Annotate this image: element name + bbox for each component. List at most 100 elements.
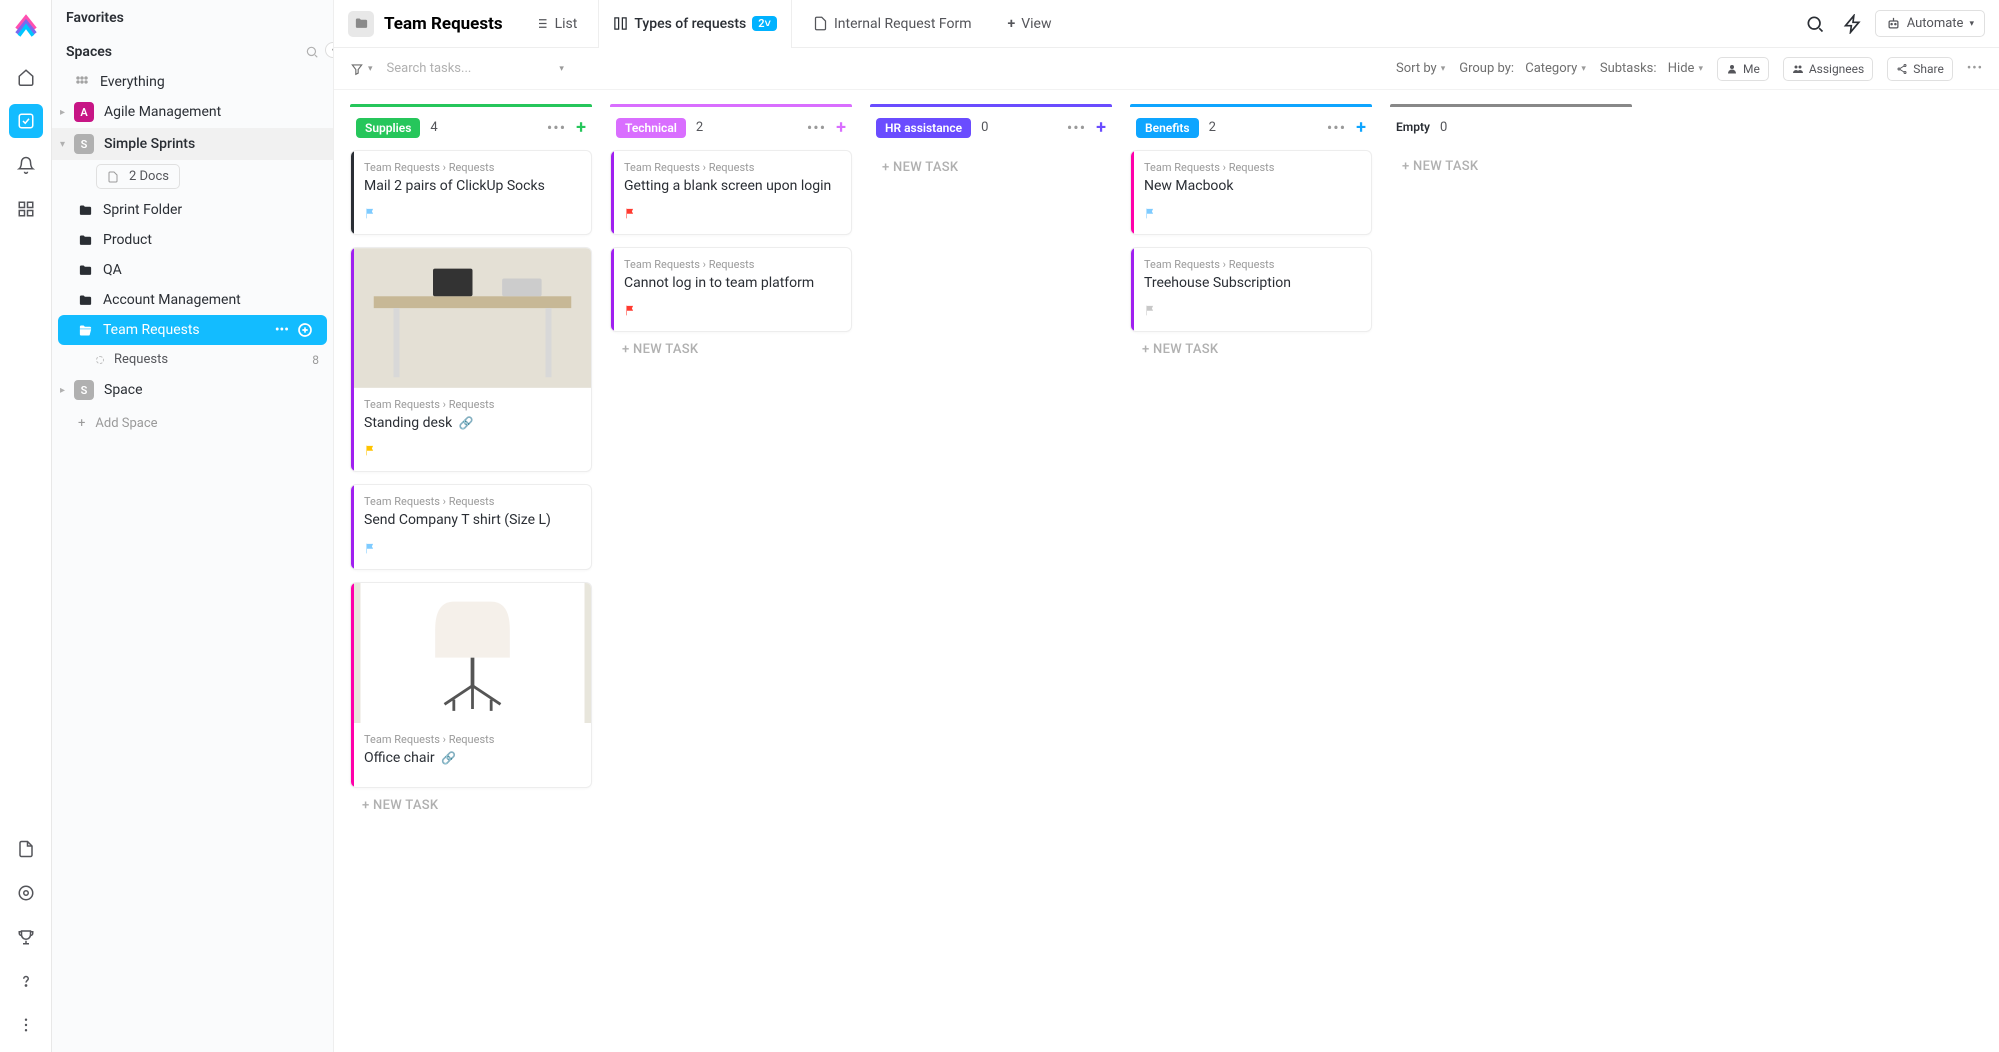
tab-add-view[interactable]: + View bbox=[993, 0, 1067, 48]
column-empty: Empty0+ NEW TASK bbox=[1390, 104, 1632, 184]
new-task-button[interactable]: + NEW TASK bbox=[1390, 149, 1632, 184]
column-add-icon[interactable]: + bbox=[576, 117, 586, 138]
folder-add-icon[interactable] bbox=[297, 322, 313, 338]
space-name: Space bbox=[104, 382, 143, 398]
new-task-button[interactable]: + NEW TASK bbox=[870, 150, 1112, 185]
folder-qa[interactable]: QA bbox=[52, 255, 333, 285]
main: Team Requests List Types of requests 2˅ … bbox=[334, 0, 1999, 1052]
task-card[interactable]: Team Requests › Requests Standing desk 🔗 bbox=[350, 247, 592, 472]
space-space[interactable]: ▸ S Space bbox=[52, 374, 333, 406]
priority-flag-icon[interactable] bbox=[1144, 207, 1157, 220]
card-image bbox=[354, 248, 591, 388]
search-icon[interactable] bbox=[305, 45, 319, 59]
task-card[interactable]: Team Requests › RequestsTreehouse Subscr… bbox=[1130, 247, 1372, 332]
folder-label: Team Requests bbox=[103, 322, 200, 338]
folder-team-requests[interactable]: Team Requests ••• bbox=[58, 315, 327, 345]
plus-icon: + bbox=[78, 416, 85, 431]
folder-account-mgmt[interactable]: Account Management bbox=[52, 285, 333, 315]
column-benefits: Benefits2•••+Team Requests › RequestsNew… bbox=[1130, 104, 1372, 367]
share-button[interactable]: Share bbox=[1887, 57, 1953, 81]
priority-flag-icon[interactable] bbox=[624, 304, 637, 317]
column-add-icon[interactable]: + bbox=[1096, 117, 1106, 138]
folder-more-icon[interactable]: ••• bbox=[275, 322, 289, 338]
priority-flag-icon[interactable] bbox=[1144, 304, 1157, 317]
docs-icon[interactable] bbox=[9, 832, 43, 866]
search-input[interactable]: Search tasks... ▾ bbox=[387, 61, 564, 76]
column-more-icon[interactable]: ••• bbox=[1067, 118, 1086, 137]
more-icon[interactable]: ••• bbox=[1967, 61, 1983, 76]
everything-label: Everything bbox=[100, 74, 165, 90]
column-header: Benefits2•••+ bbox=[1130, 107, 1372, 150]
filterbar: ▾ Search tasks... ▾ Sort by ▾ Group by: … bbox=[334, 48, 1999, 90]
card-breadcrumb: Team Requests › Requests bbox=[364, 495, 579, 508]
task-card[interactable]: Team Requests › RequestsSend Company T s… bbox=[350, 484, 592, 569]
column-add-icon[interactable]: + bbox=[836, 117, 846, 138]
folder-product[interactable]: Product bbox=[52, 225, 333, 255]
group-by[interactable]: Group by: Category ▾ bbox=[1459, 61, 1586, 76]
new-task-button[interactable]: + NEW TASK bbox=[350, 788, 592, 823]
column-hr-assistance: HR assistance0•••++ NEW TASK bbox=[870, 104, 1112, 185]
person-icon bbox=[1726, 63, 1738, 75]
task-card[interactable]: Team Requests › RequestsMail 2 pairs of … bbox=[350, 150, 592, 235]
priority-flag-icon[interactable] bbox=[364, 542, 377, 555]
task-card[interactable]: Team Requests › RequestsNew Macbook bbox=[1130, 150, 1372, 235]
trophy-icon[interactable] bbox=[9, 920, 43, 954]
subtasks-filter[interactable]: Subtasks: Hide ▾ bbox=[1600, 61, 1703, 76]
sidebar-collapse-handle[interactable]: ‹ bbox=[325, 42, 334, 58]
list-count: 8 bbox=[312, 353, 319, 367]
pulse-icon[interactable] bbox=[9, 876, 43, 910]
filter-icon[interactable]: ▾ bbox=[350, 62, 373, 76]
doc-icon bbox=[813, 16, 828, 31]
new-task-button[interactable]: + NEW TASK bbox=[1130, 332, 1372, 367]
column-more-icon[interactable]: ••• bbox=[807, 118, 826, 137]
cards-container: Team Requests › RequestsNew Macbook Team … bbox=[1130, 150, 1372, 332]
board-icon bbox=[613, 16, 628, 31]
search-icon[interactable] bbox=[1799, 8, 1831, 40]
task-card[interactable]: Team Requests › RequestsGetting a blank … bbox=[610, 150, 852, 235]
priority-flag-icon[interactable] bbox=[364, 207, 377, 220]
tasks-icon[interactable] bbox=[9, 104, 43, 138]
column-label[interactable]: HR assistance bbox=[876, 118, 971, 138]
space-docs[interactable]: 2 Docs bbox=[96, 164, 180, 189]
priority-flag-icon[interactable] bbox=[364, 444, 377, 457]
folder-label: Account Management bbox=[103, 292, 241, 308]
help-icon[interactable] bbox=[9, 964, 43, 998]
column-label[interactable]: Supplies bbox=[356, 118, 420, 138]
card-breadcrumb: Team Requests › Requests bbox=[364, 398, 579, 411]
column-label[interactable]: Empty bbox=[1396, 117, 1430, 137]
folder-label: QA bbox=[103, 262, 122, 278]
add-space-label: Add Space bbox=[95, 416, 157, 431]
folder-sprint[interactable]: Sprint Folder bbox=[52, 195, 333, 225]
space-simple-sprints[interactable]: ▾ S Simple Sprints bbox=[52, 128, 333, 160]
everything-row[interactable]: Everything bbox=[52, 68, 333, 96]
space-avatar: S bbox=[74, 134, 94, 154]
bolt-icon[interactable] bbox=[1837, 8, 1869, 40]
tab-internal-request-form[interactable]: Internal Request Form bbox=[798, 0, 987, 48]
new-task-button[interactable]: + NEW TASK bbox=[610, 332, 852, 367]
automate-button[interactable]: Automate ▾ bbox=[1875, 10, 1985, 37]
column-header: HR assistance0•••+ bbox=[870, 107, 1112, 150]
me-button[interactable]: Me bbox=[1717, 57, 1769, 81]
column-label[interactable]: Benefits bbox=[1136, 118, 1199, 138]
apps-icon[interactable] bbox=[9, 192, 43, 226]
add-space-button[interactable]: + Add Space bbox=[52, 406, 333, 441]
notifications-icon[interactable] bbox=[9, 148, 43, 182]
home-icon[interactable] bbox=[9, 60, 43, 94]
assignees-button[interactable]: Assignees bbox=[1783, 57, 1873, 81]
tab-types-of-requests[interactable]: Types of requests 2˅ bbox=[598, 0, 792, 48]
column-more-icon[interactable]: ••• bbox=[1327, 118, 1346, 137]
tab-list[interactable]: List bbox=[519, 0, 593, 48]
more-icon[interactable] bbox=[9, 1008, 43, 1042]
sort-by[interactable]: Sort by ▾ bbox=[1396, 61, 1445, 76]
column-label[interactable]: Technical bbox=[616, 118, 686, 138]
column-more-icon[interactable]: ••• bbox=[547, 118, 566, 137]
card-title: Standing desk 🔗 bbox=[364, 414, 579, 432]
task-card[interactable]: Team Requests › RequestsOffice chair 🔗 bbox=[350, 582, 592, 788]
space-agile[interactable]: ▸ A Agile Management bbox=[52, 96, 333, 128]
column-add-icon[interactable]: + bbox=[1356, 117, 1366, 138]
app-logo[interactable] bbox=[12, 10, 40, 38]
favorites-header[interactable]: Favorites bbox=[52, 0, 333, 34]
task-card[interactable]: Team Requests › RequestsCannot log in to… bbox=[610, 247, 852, 332]
list-requests[interactable]: Requests 8 bbox=[52, 345, 333, 374]
priority-flag-icon[interactable] bbox=[624, 207, 637, 220]
